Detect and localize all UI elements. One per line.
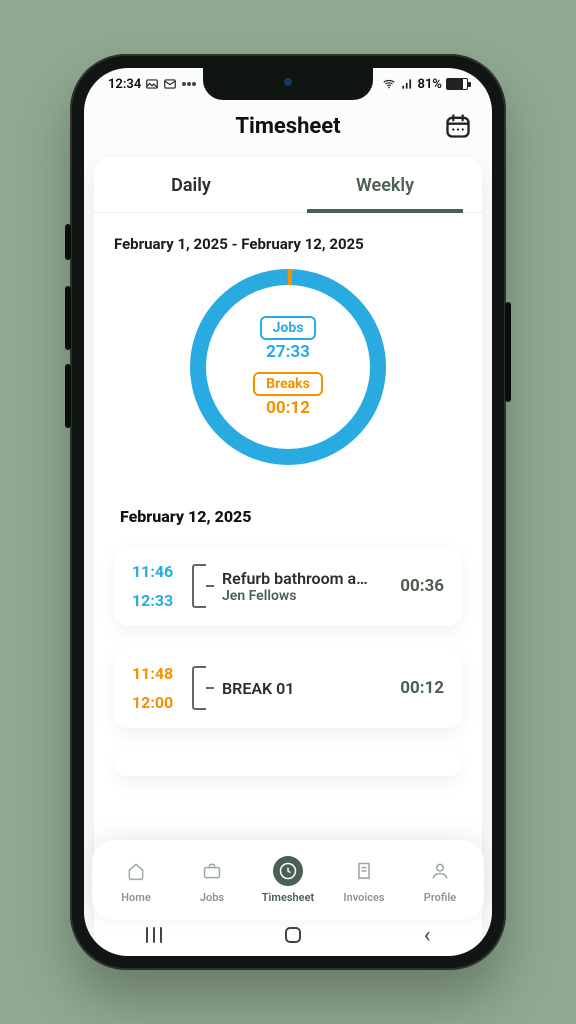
jobs-pill: Jobs [260, 316, 317, 340]
jobs-total: 27:33 [266, 342, 310, 362]
device-frame: 12:34 81% Timesheet [70, 54, 506, 970]
day-heading: February 12, 2025 [120, 507, 462, 526]
battery-icon [446, 78, 468, 90]
nav-label: Timesheet [262, 891, 314, 904]
entry-start: 11:46 [132, 562, 182, 581]
gmail-icon [163, 77, 177, 91]
wifi-icon [382, 77, 396, 91]
nav-label: Invoices [343, 891, 384, 904]
power-button [505, 302, 511, 402]
volume-down-button [65, 364, 71, 428]
entry-end: 12:00 [132, 693, 182, 712]
image-icon [145, 77, 159, 91]
entry-duration: 00:12 [400, 678, 444, 698]
entry-duration: 00:36 [400, 576, 444, 596]
time-entry[interactable]: 11:46 12:33 Refurb bathroom a… Jen Fello… [114, 546, 462, 626]
status-time: 12:34 [108, 77, 141, 92]
nav-label: Profile [424, 891, 456, 904]
recents-button[interactable] [146, 927, 162, 943]
tab-daily[interactable]: Daily [94, 157, 288, 212]
view-tabs: Daily Weekly [94, 157, 482, 213]
home-icon [121, 856, 151, 886]
tab-weekly[interactable]: Weekly [288, 157, 482, 212]
receipt-icon [349, 856, 379, 886]
notch [203, 68, 373, 100]
nav-profile[interactable]: Profile [402, 856, 478, 904]
page-title: Timesheet [84, 114, 492, 139]
side-button [65, 224, 71, 260]
time-entry[interactable]: 11:48 12:00 BREAK 01 00:12 [114, 648, 462, 728]
entry-title: Refurb bathroom a… [222, 569, 390, 588]
clock-icon [273, 856, 303, 886]
more-icon [182, 82, 186, 86]
page-header: Timesheet [84, 100, 492, 157]
nav-label: Jobs [200, 891, 224, 904]
back-button[interactable]: ‹ [424, 923, 431, 948]
entry-start: 11:48 [132, 664, 182, 683]
battery-percent: 81% [418, 77, 442, 92]
signal-icon [400, 77, 414, 91]
home-button[interactable] [285, 927, 301, 943]
bottom-nav: Home Jobs Timesheet Invoices [92, 840, 484, 920]
screen: 12:34 81% Timesheet [84, 68, 492, 956]
volume-up-button [65, 286, 71, 350]
date-range: February 1, 2025 - February 12, 2025 [114, 235, 462, 253]
entry-title: BREAK 01 [222, 679, 390, 698]
nav-label: Home [121, 891, 151, 904]
breaks-pill: Breaks [253, 372, 323, 396]
main-card: Daily Weekly February 1, 2025 - February… [94, 157, 482, 956]
bracket-icon [192, 564, 206, 608]
calendar-icon [444, 112, 472, 140]
calendar-button[interactable] [444, 112, 472, 140]
system-nav: ‹ [84, 922, 492, 948]
nav-home[interactable]: Home [98, 856, 174, 904]
nav-jobs[interactable]: Jobs [174, 856, 250, 904]
profile-icon [425, 856, 455, 886]
time-entry[interactable] [114, 750, 462, 776]
summary-chart: Jobs 27:33 Breaks 00:12 [114, 267, 462, 467]
entry-end: 12:33 [132, 591, 182, 610]
bracket-icon [192, 666, 206, 710]
briefcase-icon [197, 856, 227, 886]
nav-timesheet[interactable]: Timesheet [250, 856, 326, 904]
entry-subtitle: Jen Fellows [222, 588, 390, 604]
nav-invoices[interactable]: Invoices [326, 856, 402, 904]
breaks-total: 00:12 [266, 398, 310, 418]
